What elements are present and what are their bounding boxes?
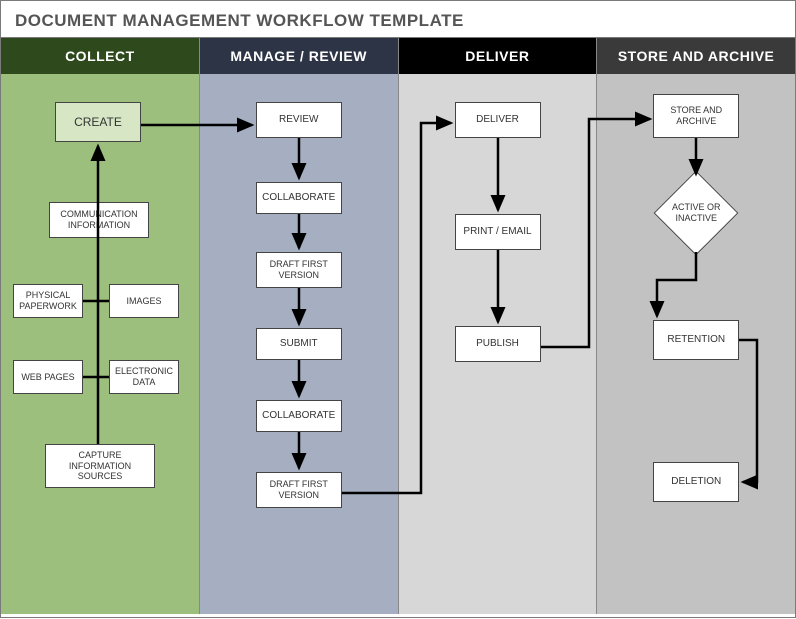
node-review: REVIEW [256, 102, 342, 138]
column-body-deliver: DELIVER PRINT / EMAIL PUBLISH [399, 74, 597, 614]
node-images: IMAGES [109, 284, 179, 318]
node-print-email: PRINT / EMAIL [455, 214, 541, 250]
node-decision-active-inactive: ACTIVE OR INACTIVE [653, 170, 739, 256]
node-physical-paperwork: PHYSICAL PAPERWORK [13, 284, 83, 318]
columns-container: COLLECT CREATE COMMUNICATION INFORMATION… [1, 38, 795, 614]
column-header-manage: MANAGE / REVIEW [200, 38, 398, 74]
column-manage-review: MANAGE / REVIEW REVIEW COLLABORATE DRAFT… [200, 38, 399, 614]
column-header-deliver: DELIVER [399, 38, 597, 74]
column-collect: COLLECT CREATE COMMUNICATION INFORMATION… [1, 38, 200, 614]
node-collaborate-2: COLLABORATE [256, 400, 342, 432]
node-store-and-archive: STORE AND ARCHIVE [653, 94, 739, 138]
column-body-store: STORE AND ARCHIVE ACTIVE OR INACTIVE RET… [597, 74, 795, 614]
node-electronic-data: ELECTRONIC DATA [109, 360, 179, 394]
node-retention: RETENTION [653, 320, 739, 360]
node-create: CREATE [55, 102, 141, 142]
column-deliver: DELIVER DELIVER PRINT / EMAIL PUBLISH [399, 38, 598, 614]
node-web-pages: WEB PAGES [13, 360, 83, 394]
node-deliver: DELIVER [455, 102, 541, 138]
node-draft-first-version-1: DRAFT FIRST VERSION [256, 252, 342, 288]
node-capture-information-sources: CAPTURE INFORMATION SOURCES [45, 444, 155, 488]
column-header-store: STORE AND ARCHIVE [597, 38, 795, 74]
node-decision-label: ACTIVE OR INACTIVE [653, 170, 739, 256]
column-store-archive: STORE AND ARCHIVE STORE AND ARCHIVE ACTI… [597, 38, 795, 614]
column-body-collect: CREATE COMMUNICATION INFORMATION PHYSICA… [1, 74, 199, 614]
node-collaborate-1: COLLABORATE [256, 182, 342, 214]
node-deletion: DELETION [653, 462, 739, 502]
node-publish: PUBLISH [455, 326, 541, 362]
node-communication-information: COMMUNICATION INFORMATION [49, 202, 149, 238]
page-frame: DOCUMENT MANAGEMENT WORKFLOW TEMPLATE CO… [0, 0, 796, 618]
page-title: DOCUMENT MANAGEMENT WORKFLOW TEMPLATE [1, 1, 795, 38]
column-body-manage: REVIEW COLLABORATE DRAFT FIRST VERSION S… [200, 74, 398, 614]
arrows-collect [1, 74, 199, 616]
node-submit: SUBMIT [256, 328, 342, 360]
column-header-collect: COLLECT [1, 38, 199, 74]
node-draft-first-version-2: DRAFT FIRST VERSION [256, 472, 342, 508]
